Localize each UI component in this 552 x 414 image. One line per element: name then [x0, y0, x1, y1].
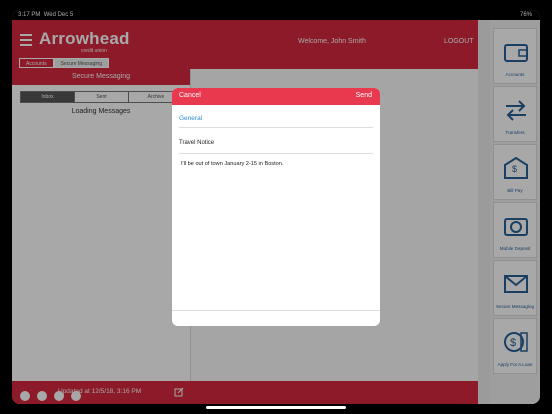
- divider: [179, 153, 373, 154]
- cancel-button[interactable]: Cancel: [179, 92, 201, 99]
- send-button[interactable]: Send: [356, 92, 372, 99]
- modal-header: Cancel Send: [172, 88, 380, 105]
- divider: [179, 127, 373, 128]
- subject-field[interactable]: Travel Notice: [179, 140, 214, 146]
- category-select[interactable]: General: [179, 115, 202, 122]
- compose-message-modal: Cancel Send General Travel Notice I'll b…: [172, 88, 380, 326]
- device: 3:17 PM Wed Dec 5 76% Arrowhead credit u…: [0, 0, 552, 414]
- message-body-field[interactable]: I'll be out of town January 2-15 in Bost…: [181, 161, 283, 167]
- home-indicator[interactable]: [206, 406, 346, 409]
- divider: [172, 310, 380, 311]
